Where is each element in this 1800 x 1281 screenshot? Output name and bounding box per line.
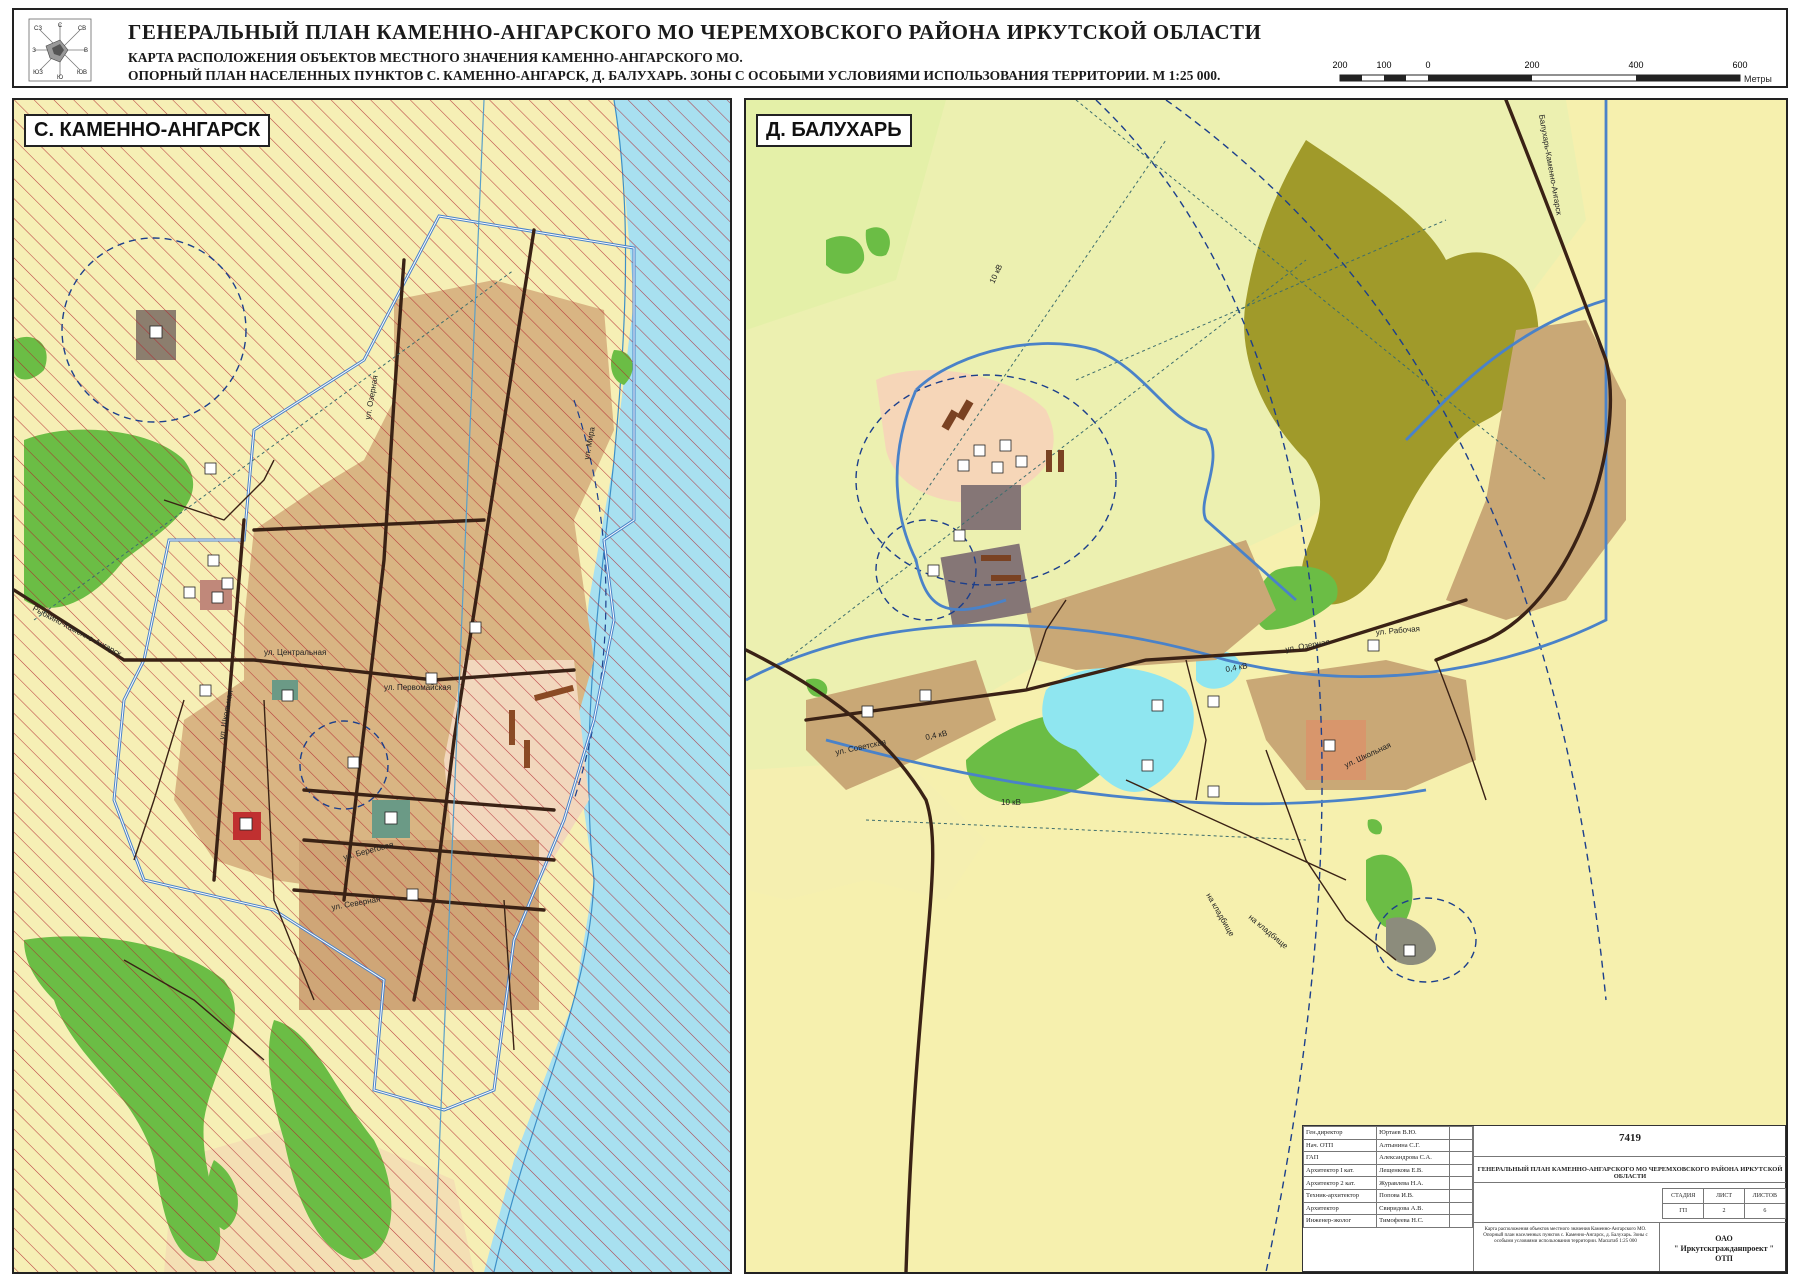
staff-name: Александрова С.А. [1376, 1151, 1450, 1165]
header-panel: С СВ В ЮВ Ю ЮЗ З СЗ ГЕНЕРАЛЬНЫЙ ПЛАН КАМ… [12, 8, 1788, 88]
project-code: 7419 [1619, 1132, 1641, 1144]
street-label: ул. Первомайская [384, 683, 451, 692]
staff-row: Архитектор Свиридова А.В. [1302, 1201, 1473, 1216]
scale-bar: 200 100 0 200 400 600 Метры [1332, 60, 1772, 84]
stamp-main-area: 7419 ГЕНЕРАЛЬНЫЙ ПЛАН КАМЕННО-АНГАРСКОГО… [1473, 1126, 1787, 1271]
compass-rose-icon: С СВ В ЮВ Ю ЮЗ З СЗ [28, 18, 92, 82]
staff-name: Лещенкова Е.В. [1376, 1163, 1450, 1178]
organization-dept: ОТП [1715, 1254, 1733, 1263]
staff-row: Инженер-эколог Тимофеева Н.С. [1302, 1214, 1473, 1228]
organization: ОАО " Иркутскгражданпроект " ОТП [1664, 1234, 1784, 1264]
scale-unit: Метры [1744, 74, 1772, 84]
sheet-value: 2 [1703, 1203, 1745, 1219]
organization-type: ОАО [1715, 1234, 1733, 1243]
title-block-stamp: Ген.директор Юртаев В.Ю. Нач. ОТП Алтынина… [1302, 1125, 1787, 1272]
compass-label-w: З [32, 48, 36, 54]
map-canvas-right: ул. Рабочая ул. Озерная ул. Советская ул… [746, 100, 1786, 1272]
map-subtitle-2: ОПОРНЫЙ ПЛАН НАСЕЛЕННЫХ ПУНКТОВ С. КАМЕН… [128, 68, 1221, 83]
scale-tick-label: 200 [1524, 60, 1539, 70]
compass-label-se: ЮВ [77, 70, 87, 76]
map-title: ГЕНЕРАЛЬНЫЙ ПЛАН КАМЕННО-АНГАРСКОГО МО Ч… [128, 20, 1262, 44]
scale-tick-label: 100 [1376, 60, 1391, 70]
map-balukhar: ул. Рабочая ул. Озерная ул. Советская ул… [744, 98, 1788, 1274]
map-kamenno-angarsk: ул. Озерная ул. Береговая ул. Центральна… [12, 98, 732, 1274]
scale-tick-label: 0 [1425, 60, 1430, 70]
staff-role: Архитектор I кат. [1302, 1163, 1378, 1178]
sheet-info-table: СТАДИЯ ЛИСТ ЛИСТОВ ГП 2 6 [1661, 1188, 1787, 1219]
staff-row: Ген.директор Юртаев В.Ю. [1302, 1126, 1473, 1140]
staff-row: Архитектор I кат. Лещенкова Е.В. [1302, 1163, 1473, 1178]
compass-label-sw: ЮЗ [33, 70, 43, 76]
scale-tick-label: 200 [1332, 60, 1347, 70]
street-label: ул. Центральная [264, 648, 326, 657]
scale-tick-label: 600 [1732, 60, 1747, 70]
compass-label-s: Ю [57, 75, 63, 81]
staff-name: Юртаев В.Ю. [1376, 1126, 1450, 1140]
map-canvas-left: ул. Озерная ул. Береговая ул. Центральна… [14, 100, 730, 1272]
staff-name: Журавлева Н.А. [1376, 1176, 1450, 1190]
compass-label-ne: СВ [78, 26, 86, 32]
staff-row: Техник-архитектор Попова И.В. [1302, 1188, 1473, 1203]
staff-row: ГАП Александрова С.А. [1302, 1151, 1473, 1165]
sheets-value: 6 [1743, 1203, 1787, 1219]
staff-row: Архитектор 2 кат. Журавлева Н.А. [1302, 1176, 1473, 1190]
sheet-description: Карта расположения объектов местного зна… [1483, 1227, 1648, 1245]
compass-label-nw: СЗ [34, 26, 42, 32]
staff-role: Архитектор [1302, 1201, 1378, 1216]
staff-role: Техник-архитектор [1302, 1188, 1378, 1203]
scale-tick-label: 400 [1628, 60, 1643, 70]
staff-role: Ген.директор [1302, 1126, 1378, 1140]
staff-name: Алтынина С.Г. [1376, 1138, 1450, 1153]
column-header-sheet: ЛИСТ [1703, 1188, 1745, 1204]
staff-row: Нач. ОТП Алтынина С.Г. [1302, 1138, 1473, 1153]
staff-role: Нач. ОТП [1302, 1138, 1378, 1153]
staff-name: Свиридова А.В. [1376, 1201, 1450, 1216]
column-header-stage: СТАДИЯ [1661, 1188, 1705, 1204]
map-subtitle-1: КАРТА РАСПОЛОЖЕНИЯ ОБЪЕКТОВ МЕСТНОГО ЗНА… [128, 50, 743, 65]
staff-table: Ген.директор Юртаев В.Ю. Нач. ОТП Алтынина… [1302, 1126, 1473, 1228]
stage-value: ГП [1661, 1203, 1705, 1219]
staff-name: Тимофеева Н.С. [1376, 1214, 1450, 1228]
settlement-label-kamenno-angarsk: С. КАМЕННО-АНГАРСК [24, 114, 271, 147]
compass-label-e: В [84, 48, 88, 54]
staff-role: ГАП [1302, 1151, 1378, 1165]
staff-role: Архитектор 2 кат. [1302, 1176, 1378, 1190]
project-name: ГЕНЕРАЛЬНЫЙ ПЛАН КАМЕННО-АНГАРСКОГО МО Ч… [1477, 1166, 1783, 1180]
compass-label-n: С [58, 23, 63, 29]
column-header-sheets: ЛИСТОВ [1743, 1188, 1787, 1204]
power-line-label: 10 кВ [1001, 798, 1021, 807]
organization-name: " Иркутскгражданпроект " [1674, 1244, 1774, 1253]
staff-role: Инженер-эколог [1302, 1214, 1378, 1228]
staff-name: Попова И.В. [1376, 1188, 1450, 1203]
settlement-label-balukhar: Д. БАЛУХАРЬ [756, 114, 912, 147]
